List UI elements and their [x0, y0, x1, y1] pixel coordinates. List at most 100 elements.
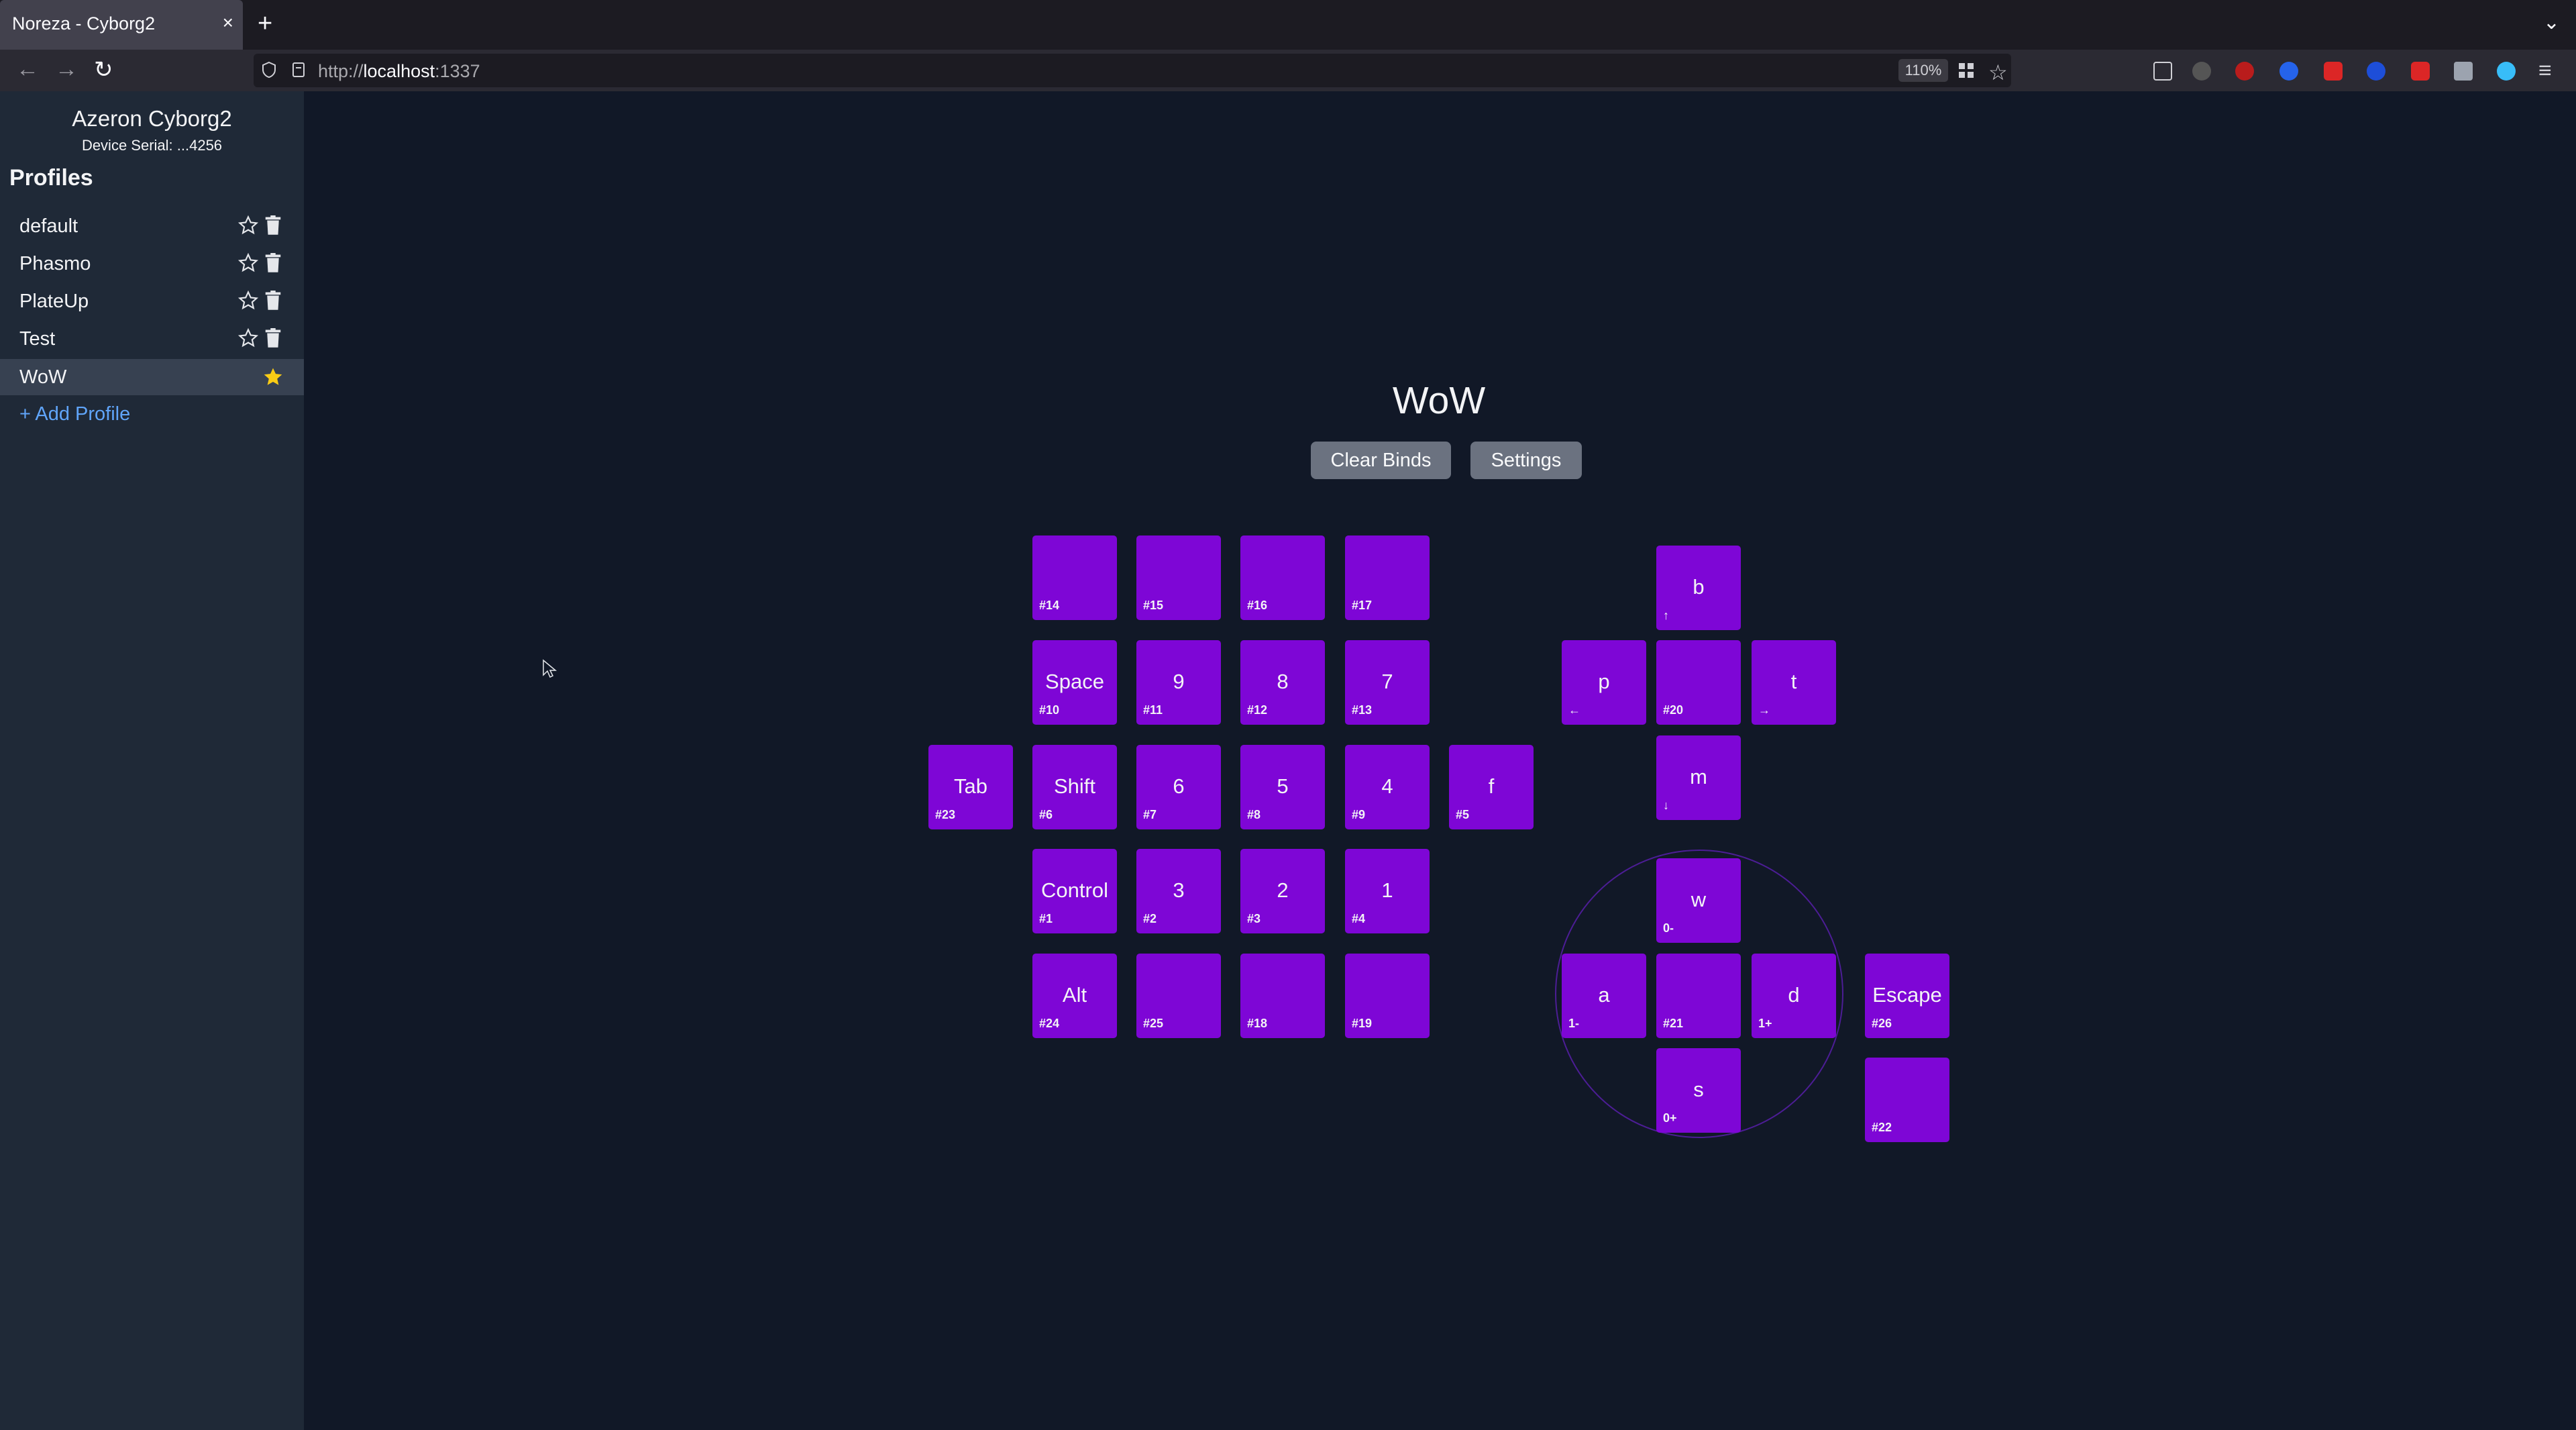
- key-10[interactable]: Space #10: [1032, 640, 1117, 725]
- arrow-right-icon: →: [1758, 703, 1770, 717]
- reload-icon[interactable]: ↻: [94, 56, 113, 83]
- key-id: #2: [1143, 912, 1157, 925]
- key-bind-label: p: [1598, 670, 1610, 693]
- key-3[interactable]: 2 #3: [1240, 849, 1325, 933]
- key-15[interactable]: #15: [1136, 535, 1221, 620]
- extension-ublock-icon[interactable]: [2235, 62, 2254, 81]
- key-13[interactable]: 7 #13: [1345, 640, 1430, 725]
- key-bind-label: 7: [1381, 670, 1393, 693]
- key-id: #24: [1039, 1017, 1060, 1030]
- key-22[interactable]: #22: [1865, 1058, 1949, 1142]
- extension-privacy-icon[interactable]: [2279, 62, 2298, 81]
- stick-right-key[interactable]: d 1+: [1752, 954, 1836, 1038]
- key-bind-label: 8: [1277, 670, 1289, 693]
- bookmark-star-icon[interactable]: ☆: [1988, 60, 2008, 85]
- extensions-grid-icon[interactable]: [1957, 62, 1975, 79]
- key-id: #4: [1352, 912, 1366, 925]
- key-7[interactable]: 6 #7: [1136, 745, 1221, 829]
- key-16[interactable]: #16: [1240, 535, 1325, 620]
- profile-name: Phasmo: [19, 253, 91, 274]
- dpad-left-key[interactable]: p ←: [1562, 640, 1646, 725]
- page-info-icon[interactable]: [291, 62, 306, 78]
- key-19[interactable]: #19: [1345, 954, 1430, 1038]
- profile-item-default[interactable]: default: [0, 208, 304, 244]
- key-23[interactable]: Tab #23: [928, 745, 1013, 829]
- tracking-shield-icon[interactable]: [262, 61, 276, 79]
- key-25[interactable]: #25: [1136, 954, 1221, 1038]
- key-axis: 1-: [1568, 1017, 1580, 1030]
- zoom-level-badge[interactable]: 110%: [1898, 59, 1948, 82]
- dpad-up-key[interactable]: b ↑: [1656, 546, 1741, 630]
- key-axis: 1+: [1758, 1017, 1772, 1030]
- forward-arrow-icon[interactable]: →: [55, 56, 78, 83]
- stick-down-key[interactable]: s 0+: [1656, 1048, 1741, 1133]
- hamburger-menu-icon[interactable]: ≡: [2538, 58, 2552, 84]
- favorite-star-outline-icon[interactable]: [237, 290, 259, 311]
- key-14[interactable]: #14: [1032, 535, 1117, 620]
- arrow-up-icon: ↑: [1663, 609, 1669, 622]
- key-11[interactable]: 9 #11: [1136, 640, 1221, 725]
- key-id: #23: [935, 808, 956, 821]
- extension-glasses-icon[interactable]: [2192, 62, 2211, 81]
- sidebar: Azeron Cyborg2 Device Serial: ...4256 Pr…: [0, 91, 304, 1430]
- profile-item-phasmo[interactable]: Phasmo: [0, 246, 304, 282]
- stick-up-key[interactable]: w 0-: [1656, 858, 1741, 943]
- profile-item-test[interactable]: Test: [0, 321, 304, 357]
- key-id: #15: [1143, 599, 1164, 612]
- url-text[interactable]: http://localhost:1337: [318, 61, 480, 82]
- key-axis: 0+: [1663, 1111, 1677, 1125]
- arrow-left-icon: ←: [1568, 703, 1580, 717]
- key-6[interactable]: Shift #6: [1032, 745, 1117, 829]
- favorite-star-outline-icon[interactable]: [237, 327, 259, 349]
- key-9[interactable]: 4 #9: [1345, 745, 1430, 829]
- dpad-right-key[interactable]: t →: [1752, 640, 1836, 725]
- key-21[interactable]: #21: [1656, 954, 1741, 1038]
- key-bind-label: Tab: [954, 774, 987, 798]
- library-icon[interactable]: [2153, 62, 2172, 81]
- trash-icon[interactable]: [264, 253, 282, 273]
- key-20[interactable]: #20: [1656, 640, 1741, 725]
- url-bar[interactable]: [254, 54, 2011, 87]
- key-id: #10: [1039, 703, 1060, 717]
- back-arrow-icon[interactable]: ←: [16, 56, 39, 83]
- key-4[interactable]: 1 #4: [1345, 849, 1430, 933]
- tab-close-icon[interactable]: ×: [223, 12, 233, 34]
- key-bind-label: Escape: [1872, 983, 1942, 1007]
- extension-drop-icon[interactable]: [2497, 62, 2516, 81]
- key-bind-label: f: [1488, 774, 1495, 798]
- key-18[interactable]: #18: [1240, 954, 1325, 1038]
- clear-binds-button[interactable]: Clear Binds: [1311, 442, 1451, 479]
- tab-list-chevron-icon[interactable]: ⌄: [2543, 11, 2560, 34]
- favorite-star-outline-icon[interactable]: [237, 215, 259, 236]
- favorite-star-outline-icon[interactable]: [237, 252, 259, 274]
- profile-item-plateup[interactable]: PlateUp: [0, 283, 304, 319]
- key-id: #7: [1143, 808, 1157, 821]
- key-17[interactable]: #17: [1345, 535, 1430, 620]
- key-5[interactable]: f #5: [1449, 745, 1534, 829]
- extension-youtube-2-icon[interactable]: [2411, 62, 2430, 81]
- profile-item-wow[interactable]: WoW: [0, 359, 304, 395]
- new-tab-button[interactable]: +: [258, 9, 272, 38]
- trash-icon[interactable]: [264, 291, 282, 311]
- profile-name: default: [19, 215, 78, 237]
- key-8[interactable]: 5 #8: [1240, 745, 1325, 829]
- dpad-down-key[interactable]: m ↓: [1656, 735, 1741, 820]
- stick-left-key[interactable]: a 1-: [1562, 954, 1646, 1038]
- trash-icon[interactable]: [264, 215, 282, 236]
- key-id: #1: [1039, 912, 1053, 925]
- key-24[interactable]: Alt #24: [1032, 954, 1117, 1038]
- key-26[interactable]: Escape #26: [1865, 954, 1949, 1038]
- key-bind-label: 4: [1381, 774, 1393, 798]
- key-12[interactable]: 8 #12: [1240, 640, 1325, 725]
- key-1[interactable]: Control #1: [1032, 849, 1117, 933]
- browser-tab[interactable]: Noreza - Cyborg2 ×: [0, 0, 243, 50]
- add-profile-link[interactable]: + Add Profile: [19, 403, 130, 425]
- favorite-star-filled-icon[interactable]: [262, 366, 284, 389]
- extension-puzzle-icon[interactable]: [2454, 62, 2473, 81]
- settings-button[interactable]: Settings: [1470, 442, 1582, 479]
- extension-youtube-icon[interactable]: [2324, 62, 2343, 81]
- trash-icon[interactable]: [264, 328, 282, 348]
- extension-circle-icon[interactable]: [2367, 62, 2385, 81]
- key-2[interactable]: 3 #2: [1136, 849, 1221, 933]
- key-id: #5: [1456, 808, 1470, 821]
